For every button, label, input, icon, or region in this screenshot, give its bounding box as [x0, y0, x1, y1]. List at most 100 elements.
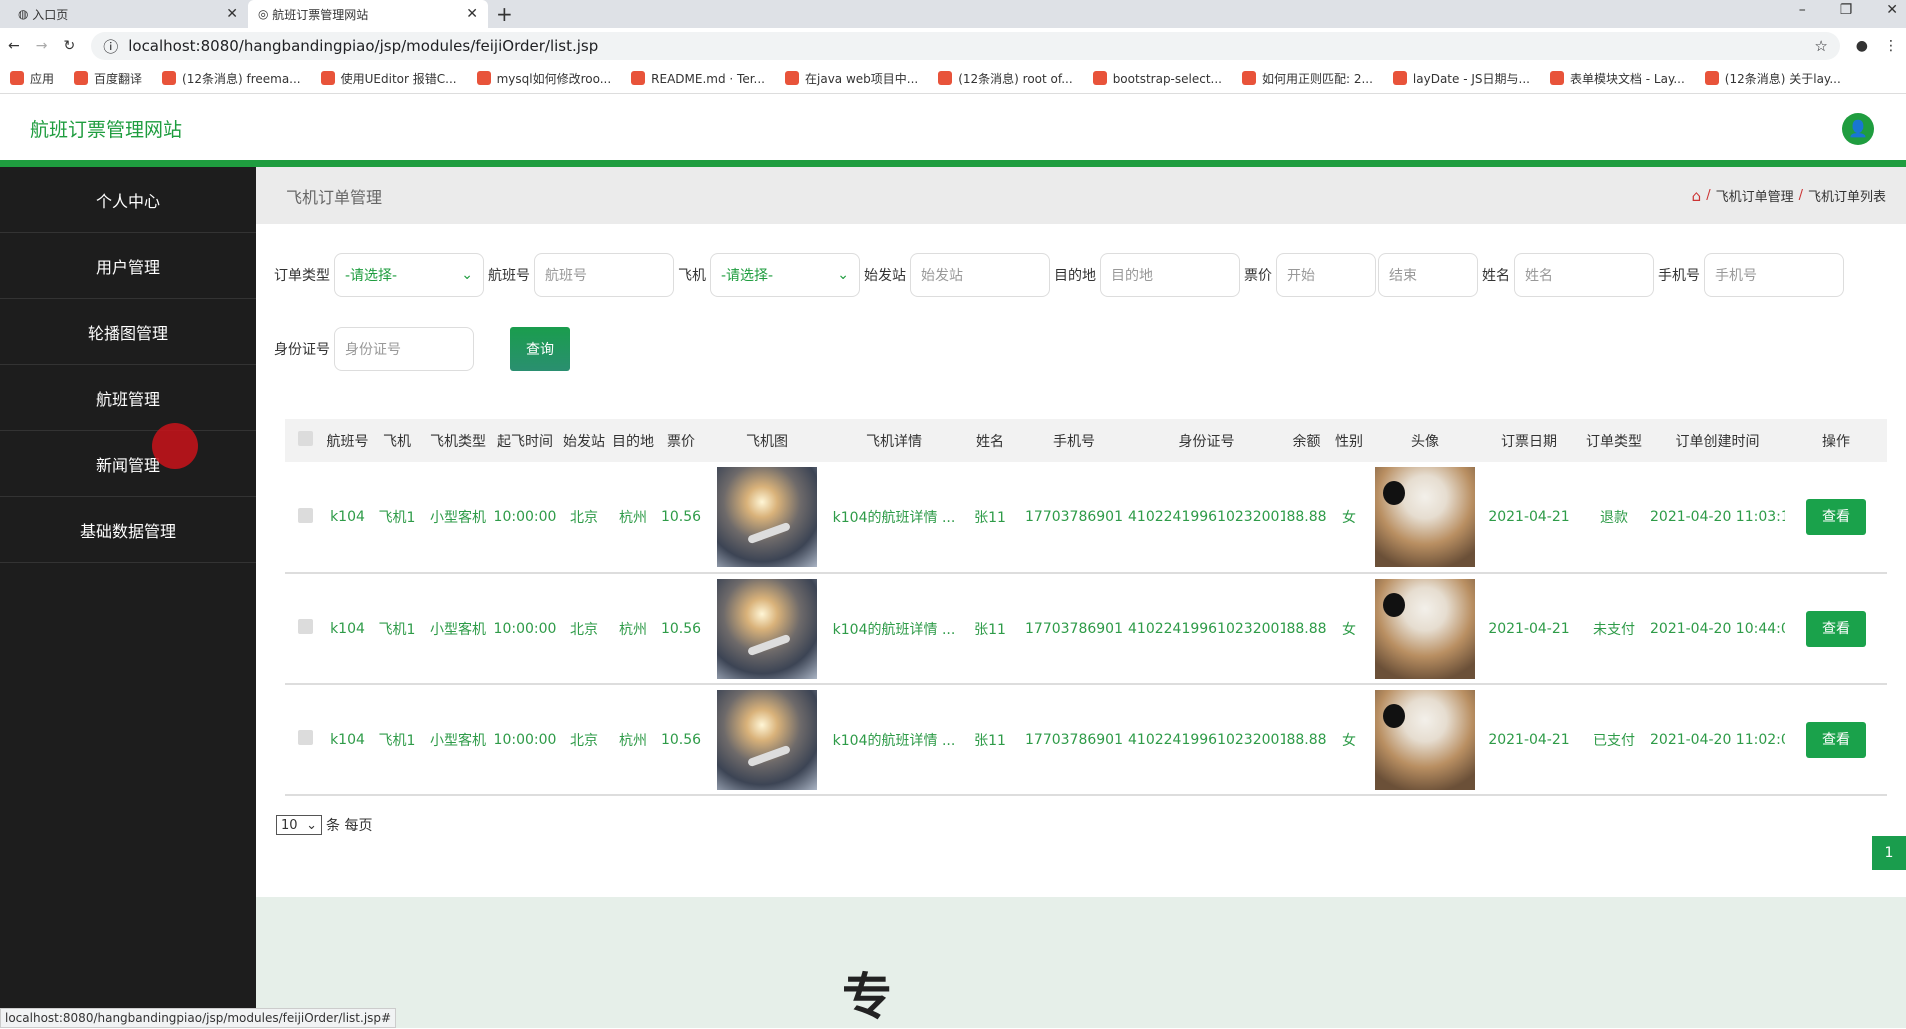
cell-time: 10:00:00	[492, 684, 558, 796]
view-button[interactable]: 查看	[1806, 499, 1866, 535]
back-icon[interactable]: ←	[8, 38, 20, 54]
bookmark-item[interactable]: mysql如何修改roo...	[476, 70, 611, 87]
label: 始发站	[864, 268, 906, 284]
row-checkbox[interactable]	[285, 573, 325, 685]
column-header: 起飞时间	[492, 419, 558, 462]
avatar	[1375, 467, 1475, 567]
browser-tab[interactable]: ◍ 入口页 ✕	[8, 0, 248, 28]
cell-id: 410224199610232001	[1128, 573, 1285, 685]
idcard-input[interactable]: 身份证号	[334, 327, 474, 371]
star-icon[interactable]: ☆	[1814, 37, 1827, 55]
view-button[interactable]: 查看	[1806, 721, 1866, 758]
reload-icon[interactable]: ↻	[63, 38, 75, 54]
name-input[interactable]: 姓名	[1514, 253, 1654, 297]
sidebar: 个人中心 用户管理 轮播图管理 航班管理 新闻管理 基础数据管理	[0, 167, 256, 1028]
avatar	[1375, 689, 1475, 790]
label: 飞机	[678, 268, 706, 284]
destination-input[interactable]: 目的地	[1100, 253, 1240, 297]
bookmark-item[interactable]: (12条消息) freema...	[162, 70, 301, 87]
column-header: 姓名	[960, 419, 1020, 462]
price-start-input[interactable]: 开始	[1276, 253, 1376, 297]
bookmark-icon	[631, 71, 646, 85]
plane-select[interactable]: -请选择- ⌄	[710, 253, 860, 297]
sidebar-item[interactable]: 新闻管理	[0, 431, 256, 497]
column-header: 手机号	[1020, 419, 1128, 462]
select-all-checkbox[interactable]	[285, 419, 325, 462]
page-size-select[interactable]: 10 ⌄	[276, 815, 322, 835]
close-icon[interactable]: ✕	[226, 6, 238, 22]
cell-balance: 88.88	[1285, 573, 1328, 685]
user-avatar-icon[interactable]: 👤	[1842, 112, 1874, 145]
row-checkbox[interactable]	[285, 462, 325, 574]
column-header: 身份证号	[1128, 419, 1285, 462]
cell-id: 410224199610232001	[1128, 462, 1285, 574]
bookmark-icon	[1549, 71, 1564, 85]
close-icon[interactable]: ✕	[466, 6, 478, 22]
cell-name: 张11	[960, 573, 1020, 685]
action-cell: 查看	[1785, 684, 1887, 796]
origin-input[interactable]: 始发站	[910, 253, 1050, 297]
per-page-label: 条 每页	[326, 818, 373, 834]
sidebar-item[interactable]: 个人中心	[0, 167, 256, 233]
bookmark-item[interactable]: bootstrap-select...	[1092, 71, 1222, 86]
breadcrumb: ⌂ / 飞机订单管理 / 飞机订单列表	[1691, 186, 1886, 206]
cell-date: 2021-04-21	[1480, 684, 1578, 796]
cell-from: 北京	[558, 573, 610, 685]
footer-logo: 专	[842, 968, 892, 1026]
menu-icon[interactable]: ⋮	[1884, 38, 1898, 54]
column-header: 飞机	[370, 419, 424, 462]
bookmark-item[interactable]: (12条消息) 关于lay...	[1704, 70, 1841, 87]
cell-balance: 88.88	[1285, 684, 1328, 796]
phone-input[interactable]: 手机号	[1704, 253, 1844, 297]
bookmark-item[interactable]: 使用UEditor 报错C...	[320, 70, 457, 87]
cell-otype: 未支付	[1578, 573, 1650, 685]
cell-created: 2021-04-20 11:03:14	[1650, 462, 1785, 574]
bookmark-item[interactable]: layDate - JS日期与...	[1392, 70, 1530, 87]
cell-gender: 女	[1328, 462, 1370, 574]
bookmark-item[interactable]: 表单模块文档 - Lay...	[1549, 70, 1685, 87]
url-input[interactable]: ⓘ localhost:8080/hangbandingpiao/jsp/modu…	[91, 32, 1840, 60]
cell-otype: 退款	[1578, 462, 1650, 574]
info-icon: ⓘ	[103, 37, 119, 56]
restore-icon[interactable]: ❐	[1840, 2, 1853, 18]
close-window-icon[interactable]: ✕	[1886, 2, 1898, 18]
avatar-image-cell	[1370, 573, 1480, 685]
profile-icon[interactable]: ●	[1856, 38, 1868, 54]
bookmark-item[interactable]: 百度翻译	[74, 70, 142, 87]
forward-icon[interactable]: →	[36, 38, 48, 54]
sidebar-item[interactable]: 航班管理	[0, 365, 256, 431]
column-header: 头像	[1370, 419, 1480, 462]
view-button[interactable]: 查看	[1806, 610, 1866, 647]
cell-plane: 飞机1	[370, 573, 424, 685]
page-1-button[interactable]: 1	[1872, 836, 1906, 870]
column-header: 订单创建时间	[1650, 419, 1785, 462]
sidebar-item[interactable]: 轮播图管理	[0, 299, 256, 365]
avatar-image-cell	[1370, 462, 1480, 574]
bookmark-icon	[74, 71, 89, 85]
search-form: 订单类型 -请选择- ⌄ 航班号 航班号 飞机 -请选择- ⌄ 始发站 始发站 目的…	[270, 253, 1906, 401]
flight-no-input[interactable]: 航班号	[534, 253, 674, 297]
cell-gender: 女	[1328, 684, 1370, 796]
row-checkbox[interactable]	[285, 684, 325, 796]
sidebar-item[interactable]: 基础数据管理	[0, 497, 256, 563]
cell-name: 张11	[960, 462, 1020, 574]
cell-flight: k104	[325, 684, 370, 796]
order-type-select[interactable]: -请选择- ⌄	[334, 253, 484, 297]
minimize-icon[interactable]: –	[1799, 2, 1806, 18]
sidebar-item[interactable]: 用户管理	[0, 233, 256, 299]
bookmark-item[interactable]: README.md · Ter...	[631, 71, 765, 86]
bookmark-item[interactable]: 如何用正则匹配: 2...	[1241, 70, 1373, 87]
bookmark-item[interactable]: 在java web项目中...	[785, 70, 918, 87]
new-tab-button[interactable]: +	[496, 2, 513, 26]
search-button[interactable]: 查询	[510, 327, 570, 371]
home-icon[interactable]: ⌂	[1692, 187, 1702, 205]
avatar-image-cell	[1370, 684, 1480, 796]
avatar	[1375, 578, 1475, 679]
bookmark-icon	[785, 71, 799, 85]
bookmark-item[interactable]: 应用	[10, 70, 54, 87]
browser-tab-active[interactable]: ◎ 航班订票管理网站 ✕	[248, 0, 488, 28]
price-end-input[interactable]: 结束	[1378, 253, 1478, 297]
bookmark-item[interactable]: (12条消息) root of...	[938, 70, 1073, 87]
breadcrumb-item[interactable]: 飞机订单管理	[1716, 186, 1794, 205]
cell-detail: k104的航班详情 ...	[828, 684, 960, 796]
